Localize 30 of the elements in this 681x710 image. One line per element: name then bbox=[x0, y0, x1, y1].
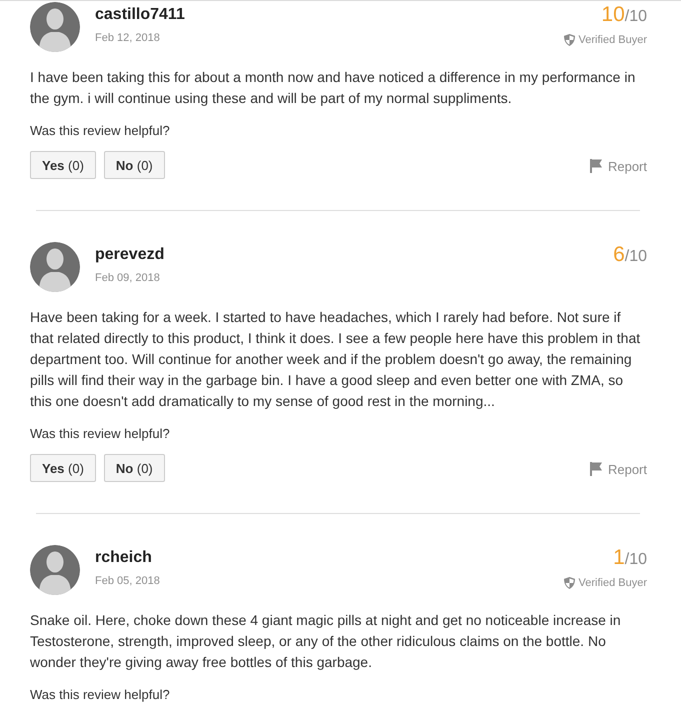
rating-score: 10 bbox=[601, 3, 625, 26]
helpful-question: Was this review helpful? bbox=[30, 686, 171, 704]
vote-button[interactable]: No (0) bbox=[104, 151, 165, 179]
reviewer-name: castillo7411 bbox=[95, 5, 185, 25]
avatar-icon bbox=[30, 242, 80, 292]
reviewer-name: perevezd bbox=[95, 245, 164, 265]
shield-icon bbox=[564, 577, 575, 589]
rating-score: 6 bbox=[613, 243, 625, 266]
rating-scale: /10 bbox=[624, 551, 647, 568]
helpful-question: Was this review helpful? bbox=[30, 425, 171, 443]
flag-icon bbox=[590, 159, 603, 173]
flag-icon bbox=[590, 462, 603, 476]
vote-button[interactable]: Yes (0) bbox=[30, 151, 96, 179]
vote-button[interactable]: No (0) bbox=[104, 454, 165, 482]
reviewer-name: rcheich bbox=[95, 548, 152, 568]
rating-scale: /10 bbox=[624, 8, 647, 25]
vote-button[interactable]: Yes (0) bbox=[30, 454, 96, 482]
shield-icon bbox=[564, 34, 575, 46]
helpful-question: Was this review helpful? bbox=[30, 122, 171, 140]
review-text: Snake oil. Here, choke down these 4 giant magic pills at night and get no noticeable increase in Testosterone, strength, improved sleep, or any of the other ridiculous claims on the bottle. No wonder they're giving away free bottles of this garbage. bbox=[30, 611, 622, 672]
avatar-icon bbox=[30, 545, 80, 595]
verified-buyer-label: Verified Buyer bbox=[578, 33, 647, 47]
review-text: I have been taking this for about a month now and have noticed a difference in my performance in the gym. i will continue using these and will be part of my normal suppliments. bbox=[30, 68, 636, 108]
review-text: Have been taking for a week. I started to have headaches, which I rarely had before. Not sure if that related directly to this product, I think it does. I see a few people here have this problem in that department too. Will continue for another week and if the problem doesn't go away, the remaining pills will find their way in the garbage bin. I have a good sleep and even better one with ZMA, so this one doesn't add dramatically to my sense of good rest in the morning... bbox=[30, 308, 642, 411]
review-date: Feb 09, 2018 bbox=[95, 271, 160, 285]
rating-score: 1 bbox=[613, 546, 625, 569]
rating-scale: /10 bbox=[624, 248, 647, 265]
review-date: Feb 05, 2018 bbox=[95, 574, 160, 588]
review-date: Feb 12, 2018 bbox=[95, 31, 160, 45]
verified-buyer-label: Verified Buyer bbox=[578, 576, 647, 590]
